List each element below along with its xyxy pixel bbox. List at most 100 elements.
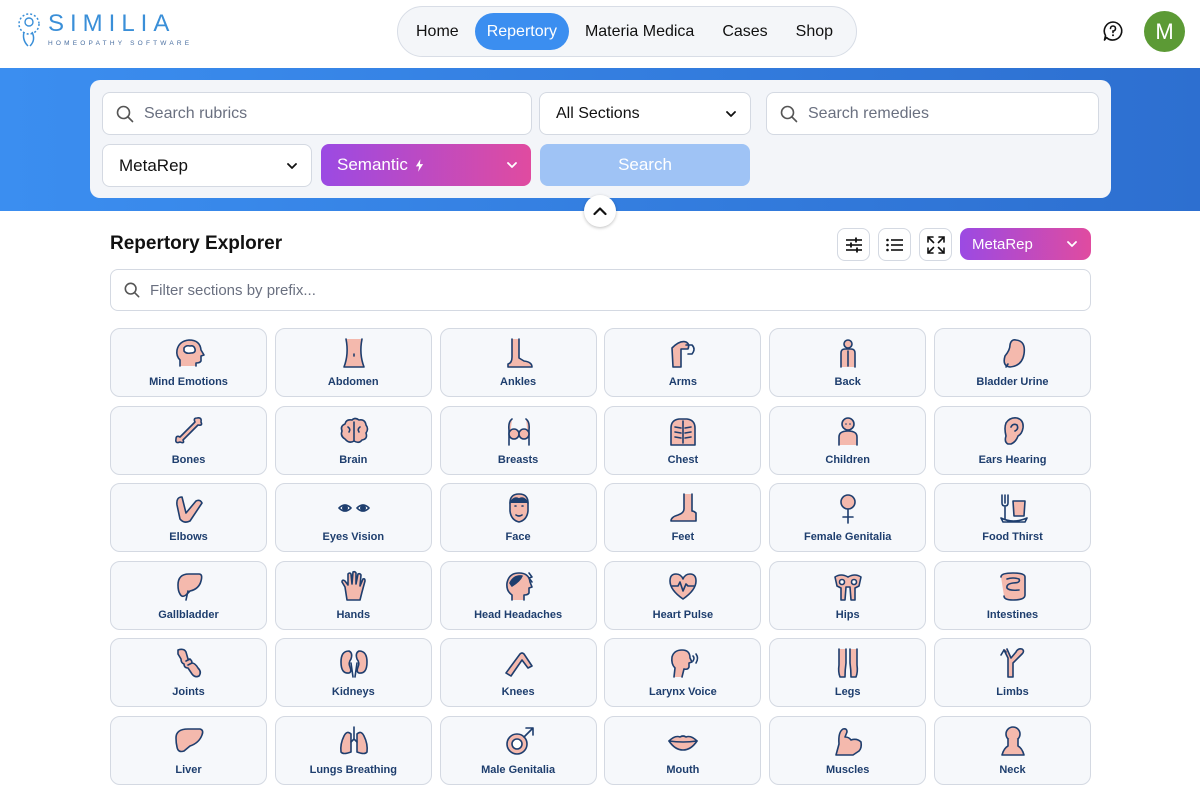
lips-icon bbox=[668, 735, 699, 751]
section-tile-label: Male Genitalia bbox=[481, 764, 556, 776]
nav-item-shop[interactable]: Shop bbox=[784, 13, 845, 50]
neck-icon bbox=[1001, 726, 1025, 756]
section-tile-label: Heart Pulse bbox=[652, 608, 714, 621]
heart-pulse-icon bbox=[669, 572, 698, 600]
main-nav: Home Repertory Materia Medica Cases Shop bbox=[397, 6, 857, 57]
section-tile-muscles[interactable]: Muscles bbox=[769, 716, 927, 785]
section-tile-kidneys[interactable]: Kidneys bbox=[274, 638, 432, 708]
sections-dropdown[interactable]: All Sections bbox=[539, 92, 751, 135]
repertory-selector[interactable]: MetaRep bbox=[960, 228, 1091, 260]
filter-sections-placeholder: Filter sections by prefix... bbox=[150, 281, 316, 299]
section-tile-intestines[interactable]: Intestines bbox=[934, 560, 1091, 630]
section-tile-label: Chest bbox=[667, 453, 699, 466]
section-tile-mouth[interactable]: Mouth bbox=[604, 716, 762, 785]
section-tile-back[interactable]: Back bbox=[769, 328, 927, 397]
section-tile-male-genitalia[interactable]: Male Genitalia bbox=[439, 716, 597, 785]
section-tile-label: Limbs bbox=[996, 686, 1029, 699]
section-grid: Mind Emotions Abdomen Ankles Arms Back Bladde… bbox=[110, 328, 1091, 788]
section-tile-chest[interactable]: Chest bbox=[604, 405, 762, 475]
section-tile-knees[interactable]: Knees bbox=[439, 638, 597, 708]
search-rubrics-input[interactable]: Search rubrics bbox=[102, 92, 532, 135]
nav-item-home[interactable]: Home bbox=[404, 13, 471, 50]
liver-icon bbox=[175, 728, 204, 753]
section-tile-face[interactable]: Face bbox=[439, 483, 597, 553]
arm-icon bbox=[671, 340, 696, 368]
similia-logo[interactable]: SIMILIA HOMEOPATHY SOFTWARE bbox=[14, 10, 192, 50]
section-tile-limbs[interactable]: Limbs bbox=[934, 638, 1091, 708]
section-tile-label: Neck bbox=[999, 764, 1026, 776]
section-tile-label: Muscles bbox=[825, 764, 870, 776]
section-tile-breasts[interactable]: Breasts bbox=[439, 405, 597, 475]
section-tile-label: Feet bbox=[671, 531, 695, 544]
section-tile-heart-pulse[interactable]: Heart Pulse bbox=[604, 560, 762, 630]
section-tile-mind-emotions[interactable]: Mind Emotions bbox=[110, 328, 267, 397]
section-tile-liver[interactable]: Liver bbox=[110, 716, 267, 785]
food-drink-icon bbox=[1000, 494, 1028, 523]
section-tile-abdomen[interactable]: Abdomen bbox=[274, 328, 432, 397]
section-tile-bones[interactable]: Bones bbox=[110, 405, 267, 475]
section-tile-label: Elbows bbox=[169, 531, 208, 544]
section-tile-label: Head Headaches bbox=[474, 608, 563, 621]
list-view-button[interactable] bbox=[878, 228, 911, 261]
section-tile-eyes-vision[interactable]: Eyes Vision bbox=[274, 483, 432, 553]
section-tile-label: Arms bbox=[668, 376, 697, 388]
section-tile-brain[interactable]: Brain bbox=[274, 405, 432, 475]
section-tile-lungs-breathing[interactable]: Lungs Breathing bbox=[274, 716, 432, 785]
search-remedies-input[interactable]: Search remedies bbox=[766, 92, 1099, 135]
search-mode-dropdown[interactable]: Semantic bbox=[321, 144, 531, 186]
chevron-up-icon bbox=[593, 207, 607, 216]
section-tile-label: Kidneys bbox=[331, 686, 375, 699]
foot-icon bbox=[670, 493, 698, 522]
section-tile-legs[interactable]: Legs bbox=[769, 638, 927, 708]
section-tile-ears-hearing[interactable]: Ears Hearing bbox=[934, 405, 1091, 475]
section-tile-label: Female Genitalia bbox=[803, 531, 892, 544]
section-tile-ankles[interactable]: Ankles bbox=[439, 328, 597, 397]
section-tile-label: Mind Emotions bbox=[149, 376, 228, 388]
top-navigation-bar: SIMILIA HOMEOPATHY SOFTWARE Home Repertor… bbox=[0, 0, 1200, 68]
lungs-icon bbox=[339, 726, 368, 755]
expand-icon bbox=[926, 235, 945, 254]
lightning-icon bbox=[415, 158, 423, 172]
expand-button[interactable] bbox=[919, 228, 952, 261]
ribcage-icon bbox=[670, 417, 697, 446]
chevron-down-icon bbox=[507, 162, 517, 168]
section-tile-children[interactable]: Children bbox=[769, 405, 927, 475]
section-tile-female-genitalia[interactable]: Female Genitalia bbox=[769, 483, 927, 553]
help-icon[interactable] bbox=[1102, 20, 1124, 42]
section-tile-label: Children bbox=[825, 453, 870, 466]
section-tile-label: Larynx Voice bbox=[649, 686, 717, 699]
section-tile-joints[interactable]: Joints bbox=[110, 638, 267, 708]
settings-sliders-button[interactable] bbox=[837, 228, 870, 261]
search-rubrics-placeholder: Search rubrics bbox=[144, 104, 248, 122]
section-tile-gallbladder[interactable]: Gallbladder bbox=[110, 560, 267, 630]
search-mode-value: Semantic bbox=[337, 155, 408, 174]
filter-sections-input[interactable]: Filter sections by prefix... bbox=[110, 269, 1091, 311]
section-tile-hands[interactable]: Hands bbox=[274, 560, 432, 630]
user-avatar[interactable]: M bbox=[1144, 11, 1185, 52]
repertory-dropdown[interactable]: MetaRep bbox=[102, 144, 312, 187]
nav-item-cases[interactable]: Cases bbox=[710, 13, 779, 50]
section-tile-feet[interactable]: Feet bbox=[604, 483, 762, 553]
section-tile-neck[interactable]: Neck bbox=[934, 716, 1091, 785]
section-tile-label: Brain bbox=[339, 453, 368, 466]
collapse-search-button[interactable] bbox=[584, 195, 616, 227]
gallbladder-icon bbox=[177, 572, 203, 601]
section-tile-label: Bones bbox=[171, 453, 206, 466]
section-tile-bladder-urine[interactable]: Bladder Urine bbox=[934, 328, 1091, 397]
breasts-icon bbox=[507, 417, 530, 446]
section-tile-elbows[interactable]: Elbows bbox=[110, 483, 267, 553]
list-icon bbox=[885, 238, 903, 251]
repertory-dropdown-value: MetaRep bbox=[119, 155, 188, 175]
nav-item-materia-medica[interactable]: Materia Medica bbox=[573, 13, 706, 50]
section-tile-arms[interactable]: Arms bbox=[604, 328, 762, 397]
chevron-down-icon bbox=[1067, 241, 1077, 247]
section-tile-hips[interactable]: Hips bbox=[769, 560, 927, 630]
section-tile-label: Face bbox=[505, 531, 531, 544]
logo-icon bbox=[18, 13, 40, 47]
section-tile-head-headaches[interactable]: Head Headaches bbox=[439, 560, 597, 630]
search-button[interactable]: Search bbox=[540, 144, 750, 186]
headache-icon bbox=[505, 571, 533, 601]
section-tile-larynx-voice[interactable]: Larynx Voice bbox=[604, 638, 762, 708]
section-tile-food-thirst[interactable]: Food Thirst bbox=[934, 483, 1091, 553]
nav-item-repertory[interactable]: Repertory bbox=[474, 13, 569, 50]
